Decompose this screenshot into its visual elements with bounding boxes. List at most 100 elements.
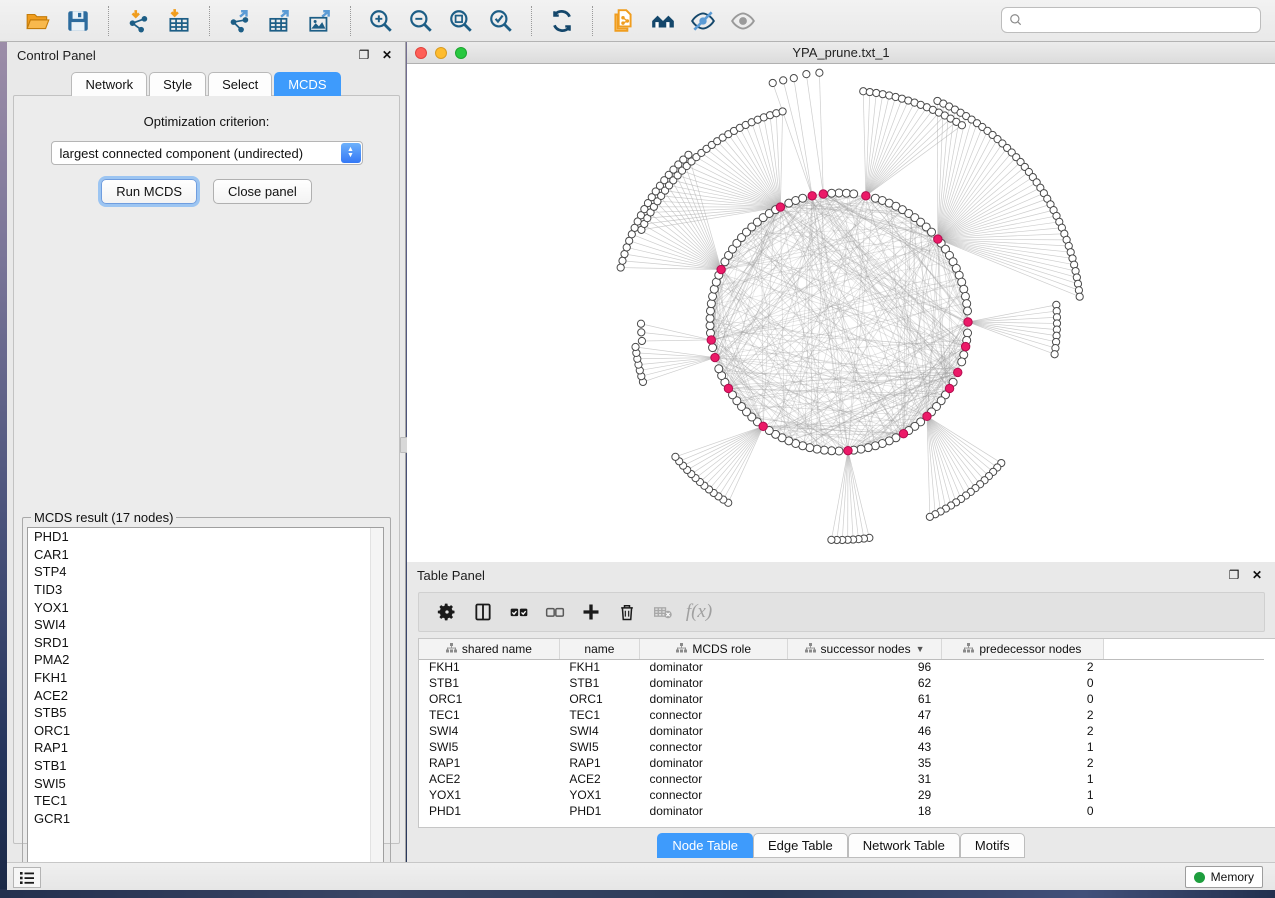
tab-network-table[interactable]: Network Table [848,833,960,858]
mcds-result-item[interactable]: STB5 [28,704,383,722]
table-row[interactable]: YOX1YOX1connector291 [419,787,1264,803]
table-row[interactable]: SWI4SWI4dominator462 [419,723,1264,739]
node-table[interactable]: shared namenameMCDS rolesuccessor nodes▼… [418,638,1275,828]
table-row[interactable]: RAP1RAP1dominator352 [419,755,1264,771]
tab-mcds[interactable]: MCDS [274,72,340,96]
tab-style[interactable]: Style [149,72,206,96]
network-node[interactable] [707,300,715,308]
network-node[interactable] [828,447,836,455]
float-panel-icon[interactable]: ❐ [1226,567,1242,583]
table-row[interactable]: SWI5SWI5connector431 [419,739,1264,755]
table-row[interactable]: ACE2ACE2connector311 [419,771,1264,787]
zoom-selected-icon[interactable] [481,4,521,38]
hide-selected-icon[interactable] [683,4,723,38]
mcds-result-item[interactable]: CAR1 [28,546,383,564]
close-panel-icon[interactable]: ✕ [1249,567,1265,583]
tab-edge-table[interactable]: Edge Table [753,833,848,858]
mcds-node[interactable] [707,336,715,344]
network-node[interactable] [790,75,797,82]
network-node[interactable] [964,329,972,337]
optimization-criterion-select[interactable]: largest connected component (undirected)… [51,141,363,165]
run-mcds-button[interactable]: Run MCDS [101,179,197,204]
mcds-node[interactable] [923,412,931,420]
network-node[interactable] [828,189,836,197]
mcds-result-item[interactable]: STP4 [28,563,383,581]
mcds-node[interactable] [711,353,719,361]
select-all-icon[interactable] [501,596,537,628]
network-node[interactable] [864,444,872,452]
mcds-result-item[interactable]: SWI5 [28,774,383,792]
export-image-icon[interactable] [300,4,340,38]
network-node[interactable] [857,445,865,453]
network-node[interactable] [835,447,843,455]
search-box[interactable] [1001,7,1261,33]
table-row[interactable]: STB1STB1dominator620 [419,675,1264,691]
network-node[interactable] [850,190,858,198]
mcds-result-item[interactable]: ORC1 [28,722,383,740]
task-history-button[interactable] [13,867,41,888]
mcds-result-item[interactable]: GCR1 [28,810,383,828]
network-window-titlebar[interactable]: YPA_prune.txt_1 [407,42,1275,64]
tab-node-table[interactable]: Node Table [657,833,753,858]
mcds-node[interactable] [759,422,767,430]
mcds-result-item[interactable]: SRD1 [28,634,383,652]
first-neighbors-icon[interactable] [643,4,683,38]
column-header-shared-name[interactable]: shared name [419,639,559,659]
search-input[interactable] [1027,13,1260,27]
network-node[interactable] [619,257,626,264]
network-node[interactable] [828,536,835,543]
column-header-MCDS-role[interactable]: MCDS role [640,639,788,659]
refresh-layout-icon[interactable] [542,4,582,38]
network-node[interactable] [961,292,969,300]
import-table-icon[interactable] [159,4,199,38]
network-node[interactable] [803,71,810,78]
network-node[interactable] [638,337,645,344]
new-network-from-selection-icon[interactable] [603,4,643,38]
tab-motifs[interactable]: Motifs [960,833,1025,858]
network-node[interactable] [1051,351,1058,358]
close-panel-icon[interactable]: ✕ [379,47,395,63]
network-node[interactable] [958,122,965,129]
network-node[interactable] [799,194,807,202]
network-node[interactable] [926,513,933,520]
close-panel-button[interactable]: Close panel [213,179,312,204]
network-node[interactable] [709,344,717,352]
network-node[interactable] [706,314,714,322]
mcds-node[interactable] [808,192,816,200]
column-header-successor-nodes[interactable]: successor nodes▼ [788,639,941,659]
memory-button[interactable]: Memory [1185,866,1263,888]
mcds-result-item[interactable]: PHD1 [28,528,383,546]
mcds-node[interactable] [945,384,953,392]
mcds-node[interactable] [776,203,784,211]
column-view-icon[interactable] [465,596,501,628]
table-row[interactable]: FKH1FKH1dominator962 [419,659,1264,675]
mcds-node[interactable] [934,235,942,243]
show-all-icon[interactable] [723,4,763,38]
network-node[interactable] [709,292,717,300]
network-node[interactable] [813,445,821,453]
mcds-node[interactable] [961,342,969,350]
network-node[interactable] [816,69,823,76]
network-node[interactable] [928,228,936,236]
network-node[interactable] [958,358,966,366]
mcds-node[interactable] [899,430,907,438]
network-node[interactable] [706,322,714,330]
settings-gear-icon[interactable] [429,596,465,628]
network-node[interactable] [1076,293,1083,300]
network-node[interactable] [963,300,971,308]
network-node[interactable] [637,320,644,327]
save-session-icon[interactable] [58,4,98,38]
mcds-result-item[interactable]: ACE2 [28,686,383,704]
deselect-all-icon[interactable] [537,596,573,628]
zoom-in-icon[interactable] [361,4,401,38]
network-node[interactable] [964,307,972,315]
mcds-result-item[interactable]: RAP1 [28,739,383,757]
network-node[interactable] [873,89,880,96]
export-network-icon[interactable] [220,4,260,38]
mcds-result-item[interactable]: SWI4 [28,616,383,634]
mcds-node[interactable] [819,190,827,198]
network-node[interactable] [617,264,624,271]
zoom-out-icon[interactable] [401,4,441,38]
export-table-icon[interactable] [260,4,300,38]
mcds-result-item[interactable]: FKH1 [28,669,383,687]
